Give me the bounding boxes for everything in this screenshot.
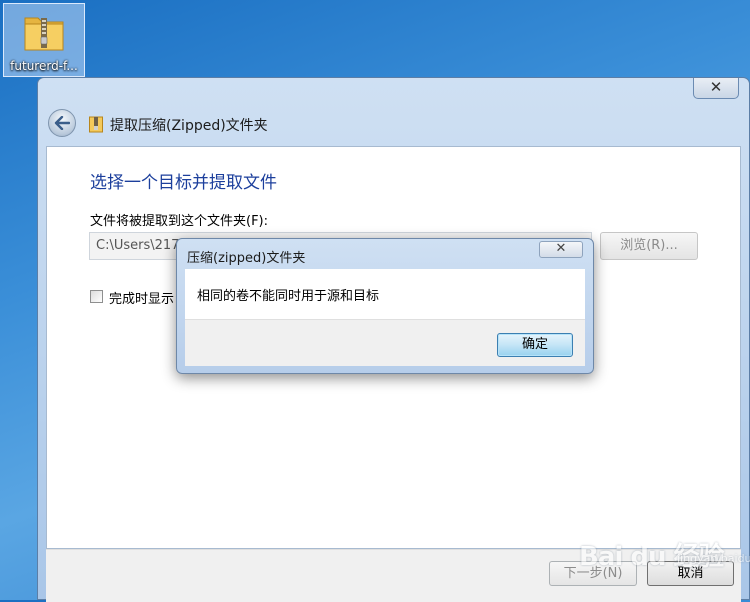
paw-icon xyxy=(636,525,658,548)
error-message-text: 相同的卷不能同时用于源和目标 xyxy=(197,289,380,304)
desktop-zip-folder-icon[interactable]: futurerd-f... xyxy=(3,3,85,77)
watermark-url: jingyan.baidu.com xyxy=(677,552,750,565)
dialog-title: 压缩(zipped)文件夹 xyxy=(187,251,306,266)
ok-button[interactable]: 确定 xyxy=(497,333,573,357)
show-files-checkbox-label[interactable]: 完成时显示 xyxy=(109,288,174,307)
destination-label: 文件将被提取到这个文件夹(F): xyxy=(90,214,269,229)
back-button[interactable] xyxy=(48,109,76,137)
back-arrow-icon xyxy=(54,116,70,130)
zip-folder-icon xyxy=(89,116,103,133)
browse-button[interactable]: 浏览(R)... xyxy=(600,232,698,260)
show-files-checkbox[interactable] xyxy=(90,290,103,303)
dialog-body: 相同的卷不能同时用于源和目标 xyxy=(185,269,585,319)
dialog-close-button[interactable]: ✕ xyxy=(539,241,583,258)
zip-folder-icon xyxy=(24,17,64,51)
page-heading: 选择一个目标并提取文件 xyxy=(90,173,277,193)
dialog-footer: 确定 xyxy=(185,319,585,366)
window-title: 提取压缩(Zipped)文件夹 xyxy=(110,118,268,134)
error-message-dialog: 压缩(zipped)文件夹 ✕ 相同的卷不能同时用于源和目标 确定 xyxy=(176,238,594,374)
baidu-jingyan-watermark: Bai du 经验 jingyan.baidu.com xyxy=(577,522,750,584)
window-close-button[interactable]: ✕ xyxy=(693,78,739,99)
desktop-icon-label: futurerd-f... xyxy=(10,59,78,73)
